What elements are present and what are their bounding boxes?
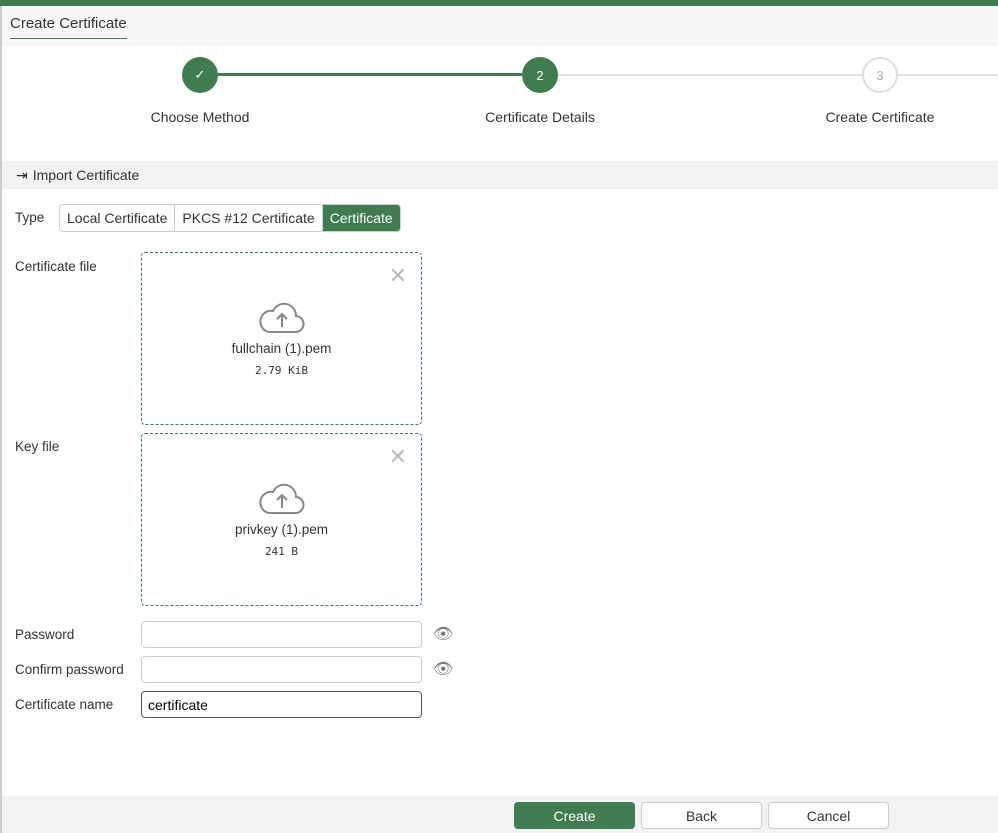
step-label: Choose Method — [150, 109, 250, 125]
cloud-upload-icon — [258, 483, 304, 514]
section-title: Import Certificate — [32, 167, 140, 183]
step-connector — [558, 74, 862, 76]
step-1-check-icon: ✓ — [182, 57, 218, 93]
file-name: fullchain (1).pem — [231, 340, 332, 356]
dialog-header — [2, 6, 998, 46]
file-size: 2.79 KiB — [255, 363, 308, 377]
key-file-dropzone[interactable]: ✕ privkey (1).pem 241 B — [141, 433, 422, 606]
password-input[interactable] — [141, 621, 422, 648]
dialog-title: Create Certificate — [10, 15, 127, 39]
confirm-password-label: Confirm password — [15, 662, 124, 677]
step-3-indicator: 3 — [862, 57, 898, 93]
file-size: 241 B — [264, 544, 299, 558]
type-label: Type — [15, 210, 45, 225]
step-label: Create Certificate — [825, 109, 935, 125]
section-header: ⇥ Import Certificate — [2, 161, 998, 189]
file-name: privkey (1).pem — [234, 521, 329, 537]
confirm-password-input[interactable] — [141, 656, 422, 683]
type-option-local[interactable]: Local Certificate — [60, 205, 176, 231]
close-icon[interactable]: ✕ — [389, 265, 407, 287]
certificate-name-label: Certificate name — [15, 697, 114, 712]
cloud-upload-icon — [258, 302, 304, 333]
step-connector — [898, 74, 998, 76]
step-label: Certificate Details — [485, 109, 595, 125]
step-2-indicator: 2 — [522, 57, 558, 93]
certificate-name-input[interactable] — [141, 691, 422, 718]
back-button[interactable]: Back — [641, 802, 762, 829]
certificate-file-dropzone[interactable]: ✕ fullchain (1).pem 2.79 KiB — [141, 252, 422, 425]
certificate-file-label: Certificate file — [15, 259, 97, 274]
type-option-pkcs12[interactable]: PKCS #12 Certificate — [175, 205, 323, 231]
import-icon: ⇥ — [16, 166, 28, 183]
type-option-certificate[interactable]: Certificate — [322, 205, 400, 231]
step-connector-complete — [218, 73, 522, 76]
close-icon[interactable]: ✕ — [389, 446, 407, 468]
eye-icon[interactable]: 👁 — [433, 659, 453, 679]
password-label: Password — [15, 627, 75, 642]
key-file-label: Key file — [15, 439, 60, 454]
create-button[interactable]: Create — [514, 802, 635, 829]
cancel-button[interactable]: Cancel — [768, 802, 889, 829]
eye-icon[interactable]: 👁 — [433, 624, 453, 644]
type-selector: Local Certificate PKCS #12 Certificate C… — [59, 204, 401, 232]
